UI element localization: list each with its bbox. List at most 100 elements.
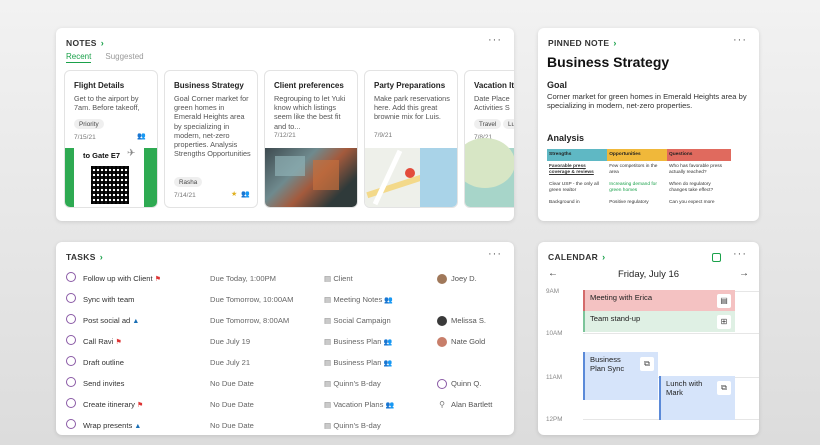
pinned-note-header[interactable]: PINNED NOTE ›	[548, 38, 617, 48]
task-checkbox[interactable]	[66, 314, 76, 324]
note-icon: ▤	[324, 316, 332, 325]
table-cell: Can you expect more	[668, 200, 715, 205]
task-row[interactable]: Create itinerary ⚑ No Due Date ▤ Vacation …	[66, 396, 506, 416]
goal-body: Corner market for green homes in Emerald…	[547, 92, 747, 111]
calendar-day-label: Friday, July 16	[617, 269, 680, 280]
task-title: Draft outline	[83, 358, 124, 367]
task-title: Post social ad	[83, 316, 131, 325]
task-project[interactable]: Business Plan	[333, 337, 381, 346]
note-title: Client preferences	[274, 81, 344, 90]
note-date: 7/14/21	[174, 192, 196, 199]
task-row[interactable]: Post social ad ▲ Due Tomorrow, 8:00AM ▤ So…	[66, 312, 506, 332]
new-event-icon[interactable]	[712, 253, 721, 262]
avatar	[437, 337, 447, 347]
note-card[interactable]: Business Strategy Goal Corner market for…	[164, 70, 258, 208]
pinned-note-title: PINNED NOTE	[548, 38, 610, 48]
note-card[interactable]: Flight Details Get to the airport by 7am…	[64, 70, 158, 208]
task-title: Create itinerary	[83, 400, 135, 409]
more-options-icon[interactable]: ···	[488, 249, 502, 260]
notes-header[interactable]: NOTES ›	[66, 38, 104, 48]
avatar	[437, 316, 447, 326]
calendar-event[interactable]: Lunch with Mark ⧉	[659, 376, 735, 420]
task-project[interactable]: Business Plan	[333, 358, 381, 367]
more-options-icon[interactable]: ···	[733, 249, 747, 260]
note-icon[interactable]: ▤	[717, 294, 731, 308]
task-row[interactable]: Follow up with Client ⚑ Due Today, 1:00PM…	[66, 270, 506, 290]
map-image	[465, 138, 514, 207]
flag-icon: ⚑	[115, 339, 122, 346]
task-assignee: Melissa S.	[451, 316, 487, 325]
task-checkbox[interactable]	[66, 272, 76, 282]
task-checkbox[interactable]	[66, 293, 76, 303]
note-body: Date Place Activities S	[474, 94, 510, 113]
task-checkbox[interactable]	[66, 377, 76, 387]
task-row[interactable]: Call Ravi ⚑ Due July 19 ▤ Business Plan 👥 N…	[66, 333, 506, 353]
task-assignee: Quinn Q.	[451, 379, 482, 388]
hour-label: 11AM	[546, 374, 562, 381]
task-row[interactable]: Send invites No Due Date ▤ Quinn's B-day Qu…	[66, 375, 506, 395]
hour-label: 9AM	[546, 288, 559, 295]
more-options-icon[interactable]: ···	[488, 35, 502, 46]
drop-icon: ▲	[134, 423, 142, 430]
calendar-title: CALENDAR	[548, 252, 599, 262]
task-row[interactable]: Wrap presents ▲ No Due Date ▤ Quinn's B-da…	[66, 417, 506, 437]
hour-line	[583, 333, 759, 334]
interior-photo	[265, 148, 357, 207]
task-checkbox[interactable]	[66, 419, 76, 429]
task-due: No Due Date	[210, 421, 254, 430]
calendar-event[interactable]: Team stand-up ⊞	[583, 311, 735, 332]
note-card[interactable]: Vacation Iti Date Place Activities S Tra…	[464, 70, 514, 208]
table-header: Strengths	[547, 149, 608, 161]
calendar-widget: CALENDAR › ··· ← Friday, July 16 → 9AM 10…	[538, 242, 759, 435]
shared-icon: 👥	[137, 133, 146, 140]
gate-text: to Gate E7	[83, 151, 121, 160]
task-assignee: Nate Gold	[451, 337, 486, 346]
tab-recent[interactable]: Recent	[66, 52, 92, 63]
note-card[interactable]: Client preferences Regrouping to let Yuk…	[264, 70, 358, 208]
table-cell: Clear USP - the only all green realtor	[549, 182, 599, 193]
boarding-pass-image: to Gate E7 ✈	[65, 148, 157, 207]
task-row[interactable]: Draft outline Due July 21 ▤ Business Plan …	[66, 354, 506, 374]
table-row: Clear USP - the only all green realtor I…	[547, 179, 731, 197]
note-icon: ▤	[324, 379, 332, 388]
task-project[interactable]: Client	[333, 274, 352, 283]
task-project[interactable]: Quinn's B-day	[333, 379, 380, 388]
calendar-event[interactable]: Meeting with Erica ▤	[583, 290, 735, 311]
task-project[interactable]: Social Campaign	[333, 316, 390, 325]
task-checkbox[interactable]	[66, 356, 76, 366]
note-body: Regrouping to let Yuki know which listin…	[274, 94, 346, 131]
calendar-event[interactable]: Business Plan Sync ⧉	[583, 352, 658, 400]
note-body: Get to the airport by 7am. Before takeof…	[74, 94, 140, 113]
task-project[interactable]: Meeting Notes	[333, 295, 382, 304]
event-title: Lunch with Mark	[666, 379, 703, 397]
task-assignee: Alan Bartlett	[451, 400, 493, 409]
note-body: Goal Corner market for green homes in Em…	[174, 94, 251, 159]
flag-icon: ⚑	[154, 276, 162, 283]
shared-icon: 👥	[383, 360, 393, 367]
calendar-header[interactable]: CALENDAR ›	[548, 252, 605, 262]
note-icon: ▤	[324, 400, 332, 409]
note-title: Business Strategy	[174, 81, 244, 90]
task-due: No Due Date	[210, 400, 254, 409]
tasks-widget: TASKS › ··· Follow up with Client ⚑ Due To…	[56, 242, 514, 435]
event-title: Business Plan Sync	[590, 355, 625, 373]
event-title: Team stand-up	[590, 314, 641, 323]
tab-suggested[interactable]: Suggested	[105, 52, 143, 63]
note-card[interactable]: Party Preparations Make park reservation…	[364, 70, 458, 208]
task-project[interactable]: Quinn's B-day	[333, 421, 380, 430]
note-title: Party Preparations	[374, 81, 446, 90]
arrow-right-icon[interactable]: →	[739, 268, 749, 279]
add-note-icon[interactable]: ⊞	[717, 315, 731, 329]
note-heading: Business Strategy	[547, 54, 670, 70]
note-date: 7/15/21	[74, 134, 96, 141]
task-project[interactable]: Vacation Plans	[333, 400, 383, 409]
table-row: Background in Positive regulatory Can yo…	[547, 197, 731, 209]
tasks-header[interactable]: TASKS ›	[66, 252, 103, 262]
more-options-icon[interactable]: ···	[733, 35, 747, 46]
task-row[interactable]: Sync with team Due Tomorrow, 10:00AM ▤ Mee…	[66, 291, 506, 311]
note-icon[interactable]: ⧉	[717, 381, 731, 395]
note-icon[interactable]: ⧉	[640, 357, 654, 371]
task-checkbox[interactable]	[66, 335, 76, 345]
task-checkbox[interactable]	[66, 398, 76, 408]
note-body: Make park reservations here. Add this gr…	[374, 94, 450, 122]
